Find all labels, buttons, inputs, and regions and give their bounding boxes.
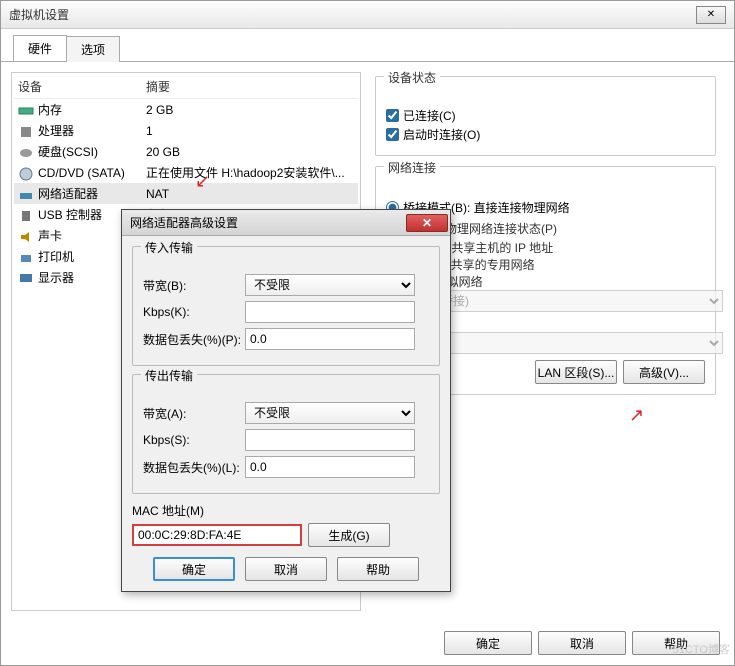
modal-cancel-button[interactable]: 取消 [245, 557, 327, 581]
window-title: 虚拟机设置 [9, 6, 69, 23]
outgoing-legend: 传出传输 [141, 367, 197, 384]
in-kbps-input[interactable] [245, 301, 415, 323]
outgoing-group: 传出传输 带宽(A):不受限 Kbps(S): 数据包丢失(%)(L): [132, 374, 440, 494]
titlebar: 虚拟机设置 ✕ [1, 1, 734, 29]
out-kbps-label: Kbps(S): [143, 433, 245, 447]
out-bandwidth-label: 带宽(A): [143, 405, 245, 422]
printer-icon [18, 250, 34, 264]
cancel-button[interactable]: 取消 [538, 631, 626, 655]
advanced-button[interactable]: 高级(V)... [623, 360, 705, 384]
device-row[interactable]: CD/DVD (SATA)正在使用文件 H:\hadoop2安装软件\... [14, 162, 358, 183]
advanced-settings-dialog: 网络适配器高级设置 ✕ 传入传输 带宽(B):不受限 Kbps(K): 数据包丢… [121, 209, 451, 592]
tab-hardware[interactable]: 硬件 [13, 35, 67, 61]
bridge-combo: (自动桥接) [404, 290, 723, 312]
close-icon[interactable]: ✕ [696, 6, 726, 24]
col-device: 设备 [18, 78, 146, 95]
device-row[interactable]: 硬盘(SCSI)20 GB [14, 141, 358, 162]
net-icon [18, 187, 34, 201]
mac-input[interactable] [132, 524, 302, 546]
display-icon [18, 271, 34, 285]
in-bandwidth-select[interactable]: 不受限 [245, 274, 415, 296]
close-icon[interactable]: ✕ [406, 214, 448, 232]
vm-settings-window: 虚拟机设置 ✕ 硬件 选项 设备 摘要 内存2 GB处理器1硬盘(SCSI)20… [0, 0, 735, 666]
out-bandwidth-select[interactable]: 不受限 [245, 402, 415, 424]
window-controls: ✕ [696, 6, 726, 24]
col-summary: 摘要 [146, 78, 170, 95]
modal-body: 传入传输 带宽(B):不受限 Kbps(K): 数据包丢失(%)(P): 传出传… [122, 236, 450, 591]
disk-icon [18, 145, 34, 159]
ok-button[interactable]: 确定 [444, 631, 532, 655]
cd-icon [18, 166, 34, 180]
in-bandwidth-label: 带宽(B): [143, 277, 245, 294]
modal-titlebar: 网络适配器高级设置 ✕ [122, 210, 450, 236]
lan-combo [404, 332, 723, 354]
device-row[interactable]: 内存2 GB [14, 99, 358, 120]
out-kbps-input[interactable] [245, 429, 415, 451]
lan-segments-button[interactable]: LAN 区段(S)... [535, 360, 617, 384]
device-status-group: 设备状态 已连接(C) 启动时连接(O) [375, 76, 716, 156]
mac-section: MAC 地址(M) 生成(G) [132, 502, 440, 547]
mac-label: MAC 地址(M) [132, 502, 440, 519]
modal-title: 网络适配器高级设置 [130, 214, 238, 231]
connected-checkbox[interactable]: 已连接(C) [386, 107, 705, 124]
in-kbps-label: Kbps(K): [143, 305, 245, 319]
out-loss-label: 数据包丢失(%)(L): [143, 459, 245, 476]
in-loss-label: 数据包丢失(%)(P): [143, 331, 245, 348]
usb-icon [18, 208, 34, 222]
connect-poweron-checkbox[interactable]: 启动时连接(O) [386, 126, 705, 143]
generate-button[interactable]: 生成(G) [308, 523, 390, 547]
tab-strip: 硬件 选项 [1, 29, 734, 61]
device-status-legend: 设备状态 [384, 69, 440, 86]
incoming-legend: 传入传输 [141, 239, 197, 256]
network-legend: 网络连接 [384, 159, 440, 176]
device-header: 设备 摘要 [14, 75, 358, 99]
sound-icon [18, 229, 34, 243]
modal-buttons: 确定 取消 帮助 [132, 557, 440, 581]
watermark: 51CTO博客 [673, 641, 730, 657]
device-row[interactable]: 网络适配器NAT [14, 183, 358, 204]
out-loss-input[interactable] [245, 456, 415, 478]
modal-help-button[interactable]: 帮助 [337, 557, 419, 581]
cpu-icon [18, 124, 34, 138]
device-row[interactable]: 处理器1 [14, 120, 358, 141]
in-loss-input[interactable] [245, 328, 415, 350]
memory-icon [18, 103, 34, 117]
incoming-group: 传入传输 带宽(B):不受限 Kbps(K): 数据包丢失(%)(P): [132, 246, 440, 366]
modal-ok-button[interactable]: 确定 [153, 557, 235, 581]
tab-options[interactable]: 选项 [66, 36, 120, 62]
